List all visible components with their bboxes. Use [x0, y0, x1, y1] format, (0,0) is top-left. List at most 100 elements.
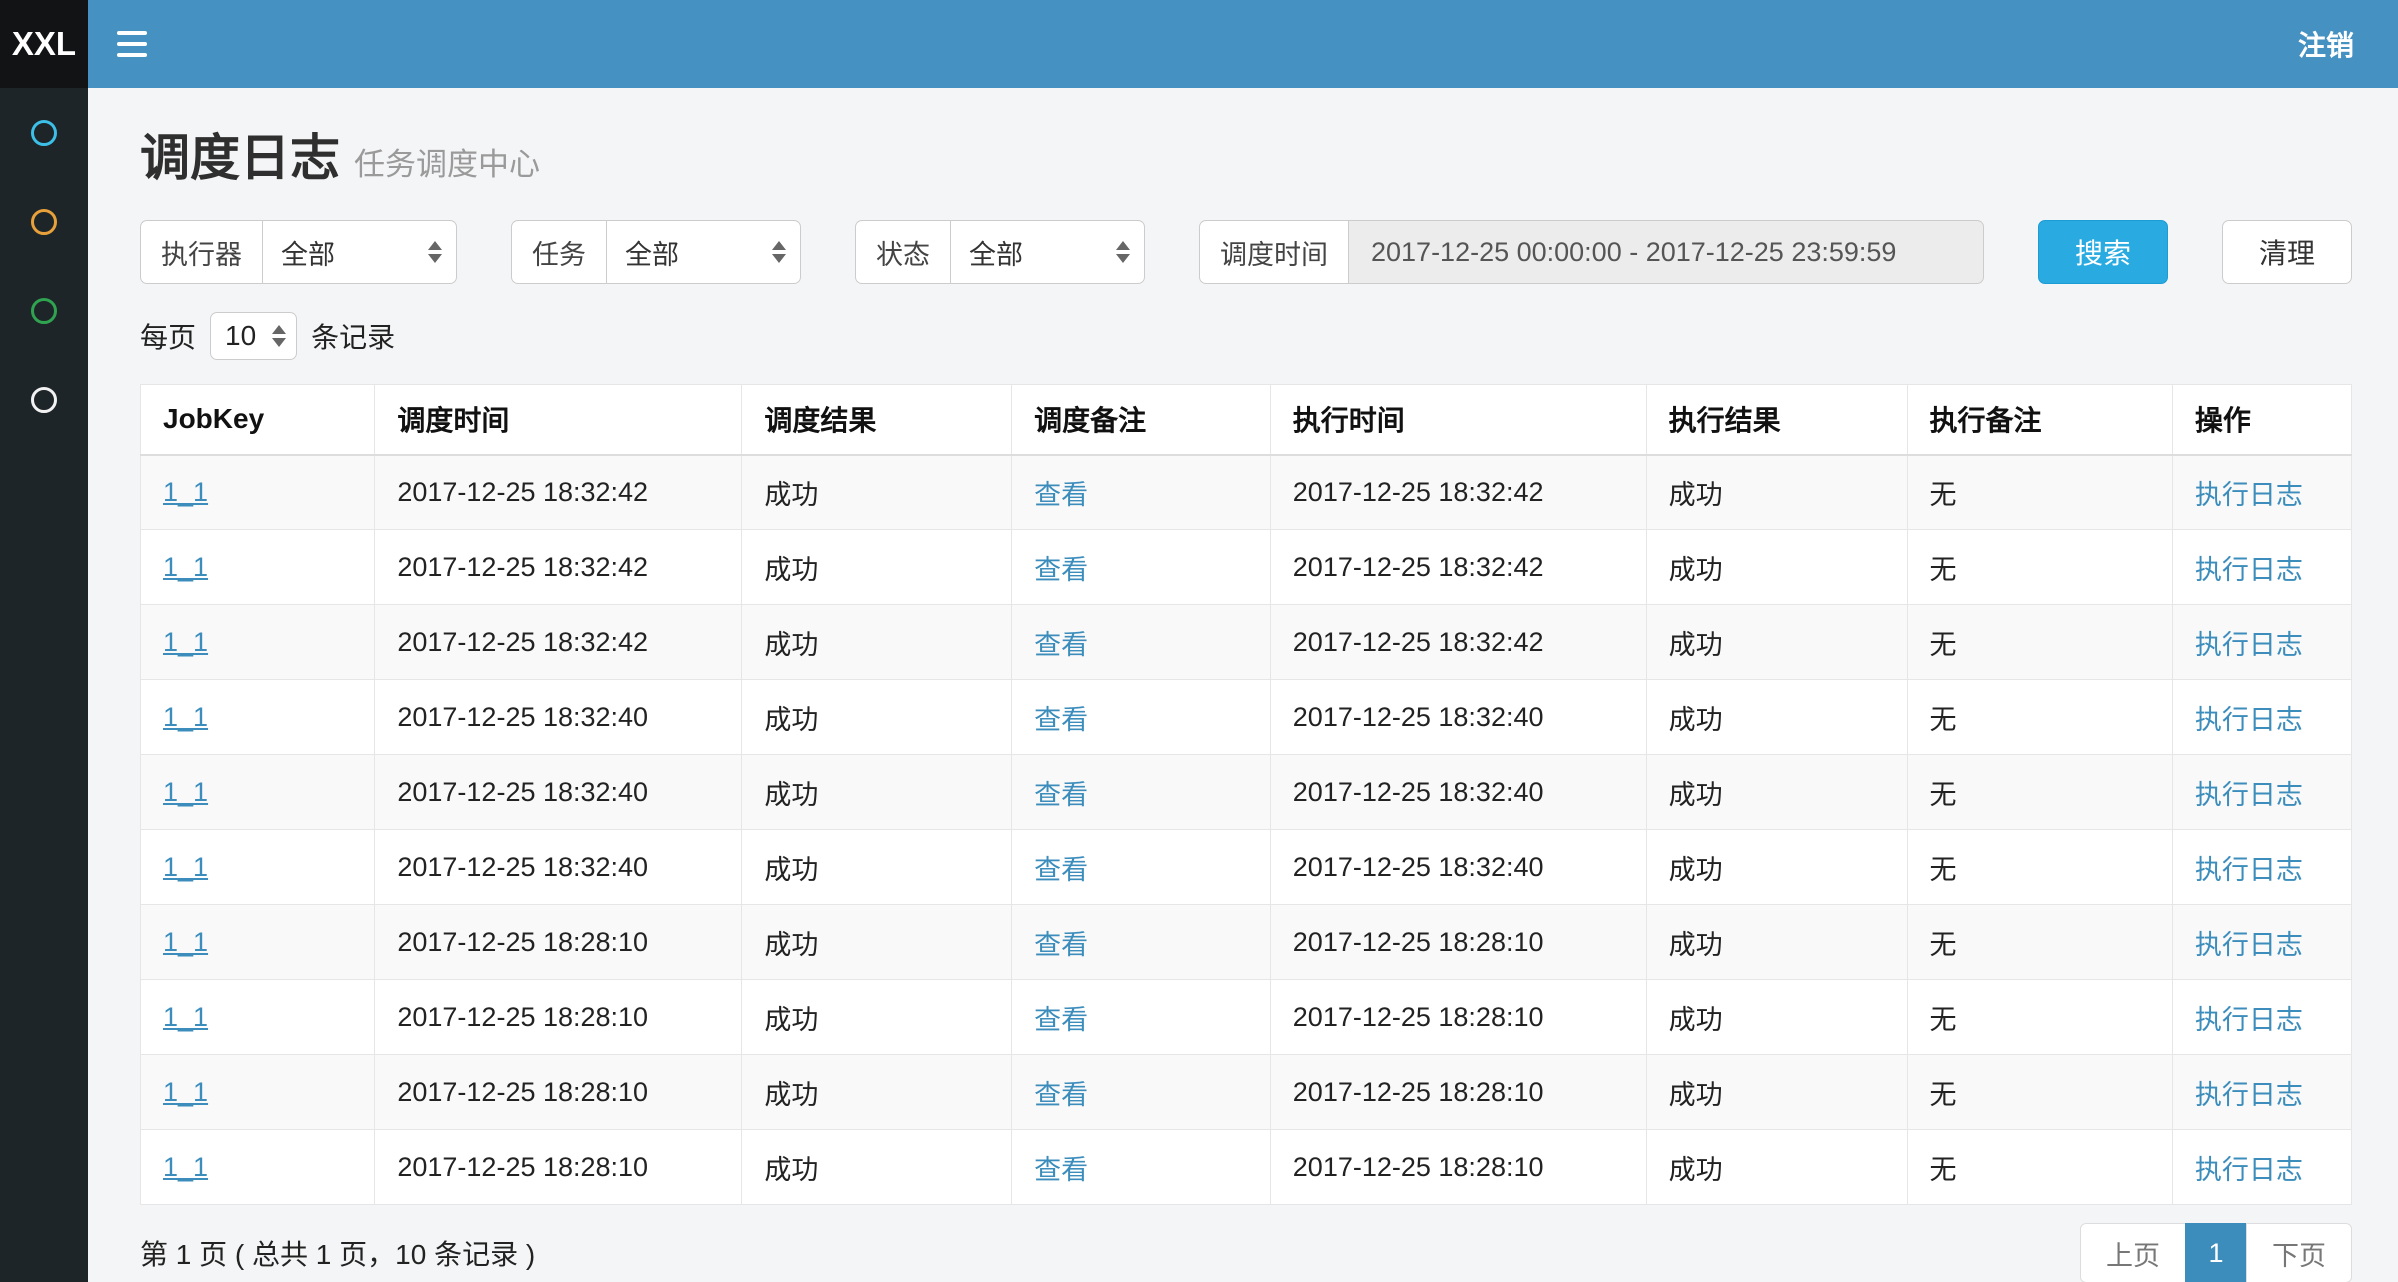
clear-button[interactable]: 清理: [2222, 220, 2352, 284]
jobkey-link[interactable]: 1_1: [163, 777, 208, 807]
executor-select-value: 全部: [281, 233, 335, 272]
jobkey-link-cell: 1_1: [141, 905, 375, 980]
jobkey-link[interactable]: 1_1: [163, 702, 208, 732]
trigger-msg-link-cell: 查看: [1012, 1055, 1271, 1130]
sidebar-item-1[interactable]: [0, 88, 88, 177]
execute-log-link[interactable]: 执行日志: [2195, 1005, 2303, 1035]
trigger-time-cell: 2017-12-25 18:28:10: [375, 1055, 742, 1130]
handle-time-cell: 2017-12-25 18:28:10: [1270, 980, 1646, 1055]
trigger-msg-link-cell: 查看: [1012, 905, 1271, 980]
handle-time-cell: 2017-12-25 18:32:42: [1270, 530, 1646, 605]
execute-log-link[interactable]: 执行日志: [2195, 705, 2303, 735]
search-button[interactable]: 搜索: [2038, 220, 2168, 284]
column-header: JobKey: [141, 385, 375, 455]
trigger-msg-link-cell: 查看: [1012, 755, 1271, 830]
trigger-msg-link[interactable]: 查看: [1034, 630, 1088, 660]
trigger-msg-link-cell: 查看: [1012, 680, 1271, 755]
handle-result-cell: 成功: [1646, 530, 1907, 605]
schedule-time-input[interactable]: [1348, 220, 1984, 284]
trigger-msg-link[interactable]: 查看: [1034, 555, 1088, 585]
column-header: 调度时间: [375, 385, 742, 455]
prev-page-button[interactable]: 上页: [2080, 1223, 2186, 1282]
trigger-result-cell: 成功: [742, 980, 1012, 1055]
circle-icon: [31, 120, 57, 146]
trigger-time-cell: 2017-12-25 18:28:10: [375, 980, 742, 1055]
sidebar-item-3[interactable]: [0, 266, 88, 355]
trigger-msg-link[interactable]: 查看: [1034, 930, 1088, 960]
execute-log-link-cell: 执行日志: [2172, 1055, 2351, 1130]
handle-time-cell: 2017-12-25 18:32:40: [1270, 755, 1646, 830]
trigger-time-cell: 2017-12-25 18:32:40: [375, 830, 742, 905]
execute-log-link[interactable]: 执行日志: [2195, 1155, 2303, 1185]
sidebar-item-4[interactable]: [0, 355, 88, 444]
status-select[interactable]: 全部: [950, 220, 1145, 284]
trigger-msg-link[interactable]: 查看: [1034, 705, 1088, 735]
filter-status: 状态 全部: [855, 220, 1145, 284]
pagination-summary: 第 1 页 ( 总共 1 页，10 条记录 ): [140, 1233, 535, 1273]
trigger-time-cell: 2017-12-25 18:28:10: [375, 905, 742, 980]
trigger-result-cell: 成功: [742, 1130, 1012, 1205]
trigger-result-cell: 成功: [742, 605, 1012, 680]
executor-select[interactable]: 全部: [262, 220, 457, 284]
execute-log-link[interactable]: 执行日志: [2195, 855, 2303, 885]
execute-log-link[interactable]: 执行日志: [2195, 930, 2303, 960]
trigger-msg-link[interactable]: 查看: [1034, 855, 1088, 885]
trigger-msg-link[interactable]: 查看: [1034, 480, 1088, 510]
column-header: 执行备注: [1907, 385, 2172, 455]
jobkey-link-cell: 1_1: [141, 755, 375, 830]
execute-log-link[interactable]: 执行日志: [2195, 555, 2303, 585]
jobkey-link-cell: 1_1: [141, 455, 375, 530]
jobkey-link-cell: 1_1: [141, 1130, 375, 1205]
sidebar-item-2[interactable]: [0, 177, 88, 266]
main-content: 调度日志任务调度中心 执行器 全部 任务 全部 状态 全部: [88, 88, 2398, 1282]
jobkey-link[interactable]: 1_1: [163, 1077, 208, 1107]
trigger-msg-link-cell: 查看: [1012, 605, 1271, 680]
column-header: 执行时间: [1270, 385, 1646, 455]
jobkey-link[interactable]: 1_1: [163, 852, 208, 882]
table-row: 1_12017-12-25 18:32:42成功查看2017-12-25 18:…: [141, 530, 2352, 605]
jobkey-link[interactable]: 1_1: [163, 1152, 208, 1182]
job-select[interactable]: 全部: [606, 220, 801, 284]
execute-log-link-cell: 执行日志: [2172, 680, 2351, 755]
execute-log-link[interactable]: 执行日志: [2195, 1080, 2303, 1110]
page-size-row: 每页 10 条记录: [140, 312, 2352, 360]
trigger-msg-link-cell: 查看: [1012, 980, 1271, 1055]
page-size-select[interactable]: 10: [210, 312, 297, 360]
handle-msg-cell: 无: [1907, 755, 2172, 830]
jobkey-link[interactable]: 1_1: [163, 552, 208, 582]
execute-log-link[interactable]: 执行日志: [2195, 480, 2303, 510]
trigger-msg-link-cell: 查看: [1012, 530, 1271, 605]
handle-result-cell: 成功: [1646, 605, 1907, 680]
execute-log-link-cell: 执行日志: [2172, 1130, 2351, 1205]
top-navbar: XXL 注销: [0, 0, 2398, 88]
handle-result-cell: 成功: [1646, 905, 1907, 980]
trigger-msg-link-cell: 查看: [1012, 1130, 1271, 1205]
trigger-time-cell: 2017-12-25 18:32:40: [375, 680, 742, 755]
execute-log-link[interactable]: 执行日志: [2195, 780, 2303, 810]
trigger-msg-link[interactable]: 查看: [1034, 1080, 1088, 1110]
jobkey-link[interactable]: 1_1: [163, 627, 208, 657]
jobkey-link-cell: 1_1: [141, 1055, 375, 1130]
execute-log-link[interactable]: 执行日志: [2195, 630, 2303, 660]
next-page-button[interactable]: 下页: [2246, 1223, 2352, 1282]
circle-icon: [31, 387, 57, 413]
trigger-msg-link[interactable]: 查看: [1034, 780, 1088, 810]
jobkey-link-cell: 1_1: [141, 605, 375, 680]
handle-result-cell: 成功: [1646, 1130, 1907, 1205]
jobkey-link[interactable]: 1_1: [163, 1002, 208, 1032]
trigger-msg-link[interactable]: 查看: [1034, 1005, 1088, 1035]
logout-link[interactable]: 注销: [2254, 0, 2398, 88]
app-logo[interactable]: XXL: [0, 0, 88, 88]
page-title-text: 调度日志: [140, 130, 340, 186]
trigger-time-cell: 2017-12-25 18:32:42: [375, 455, 742, 530]
page-1-button[interactable]: 1: [2185, 1223, 2247, 1282]
trigger-msg-link[interactable]: 查看: [1034, 1155, 1088, 1185]
handle-time-cell: 2017-12-25 18:28:10: [1270, 1130, 1646, 1205]
sidebar-toggle-icon[interactable]: [88, 0, 176, 88]
trigger-result-cell: 成功: [742, 1055, 1012, 1130]
trigger-time-cell: 2017-12-25 18:32:42: [375, 605, 742, 680]
handle-msg-cell: 无: [1907, 1055, 2172, 1130]
jobkey-link[interactable]: 1_1: [163, 477, 208, 507]
jobkey-link[interactable]: 1_1: [163, 927, 208, 957]
select-arrows-icon: [272, 325, 286, 347]
